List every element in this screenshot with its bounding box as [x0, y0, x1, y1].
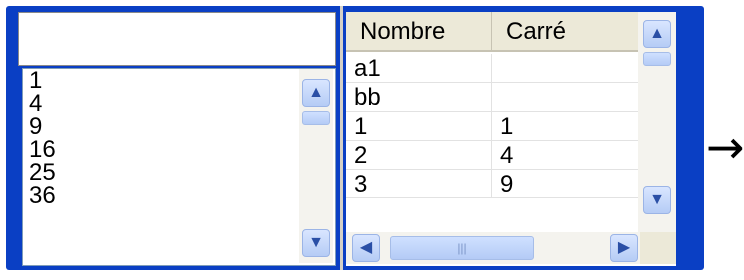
- scroll-right-icon[interactable]: ▶: [610, 234, 638, 262]
- list-item[interactable]: 25: [29, 161, 291, 185]
- scroll-thumb[interactable]: [302, 111, 330, 125]
- grid-cell[interactable]: bb: [346, 83, 492, 112]
- grid-cell[interactable]: 2: [346, 141, 492, 170]
- grid-cell[interactable]: [492, 54, 638, 83]
- scroll-up-icon[interactable]: ▲: [643, 20, 671, 48]
- list-box[interactable]: 1 4 9 16 25 36 ▲ ▼: [22, 68, 336, 266]
- list-item[interactable]: 4: [29, 92, 291, 116]
- list-vertical-scrollbar[interactable]: ▲ ▼: [299, 69, 333, 263]
- scroll-down-icon[interactable]: ▼: [643, 186, 671, 214]
- scrollbar-corner: [640, 232, 676, 264]
- grid-cell[interactable]: a1: [346, 54, 492, 83]
- grid-cell[interactable]: 1: [346, 112, 492, 141]
- list-item[interactable]: 9: [29, 115, 291, 139]
- list-items: 1 4 9 16 25 36: [29, 69, 291, 208]
- horizontal-scroll-thumb[interactable]: |||: [390, 236, 534, 260]
- divider: [340, 6, 343, 270]
- list-item[interactable]: 36: [29, 184, 291, 208]
- scroll-up-icon[interactable]: ▲: [302, 79, 330, 107]
- grid-horizontal-scrollbar[interactable]: ◀ ||| ▶: [346, 232, 640, 264]
- scroll-down-icon[interactable]: ▼: [302, 229, 330, 257]
- scroll-left-icon[interactable]: ◀: [352, 234, 380, 262]
- list-item[interactable]: 1: [29, 69, 291, 93]
- data-grid[interactable]: Nombre Carré a1 bb 1 1 2 4 3 9 ▲ ▼: [346, 12, 676, 266]
- grid-cell[interactable]: 4: [492, 141, 638, 170]
- grid-cell[interactable]: 3: [346, 170, 492, 198]
- grid-cell[interactable]: 9: [492, 170, 638, 198]
- grid-vertical-scrollbar[interactable]: ▲ ▼: [638, 12, 676, 232]
- list-item[interactable]: 16: [29, 138, 291, 162]
- column-header-carre[interactable]: Carré: [492, 12, 638, 52]
- input-field[interactable]: [18, 12, 336, 66]
- scroll-thumb[interactable]: [643, 52, 671, 66]
- arrow-right-icon: →: [706, 120, 744, 174]
- grid-cell[interactable]: 1: [492, 112, 638, 141]
- column-header-nombre[interactable]: Nombre: [346, 12, 492, 52]
- grid-cell[interactable]: [492, 83, 638, 112]
